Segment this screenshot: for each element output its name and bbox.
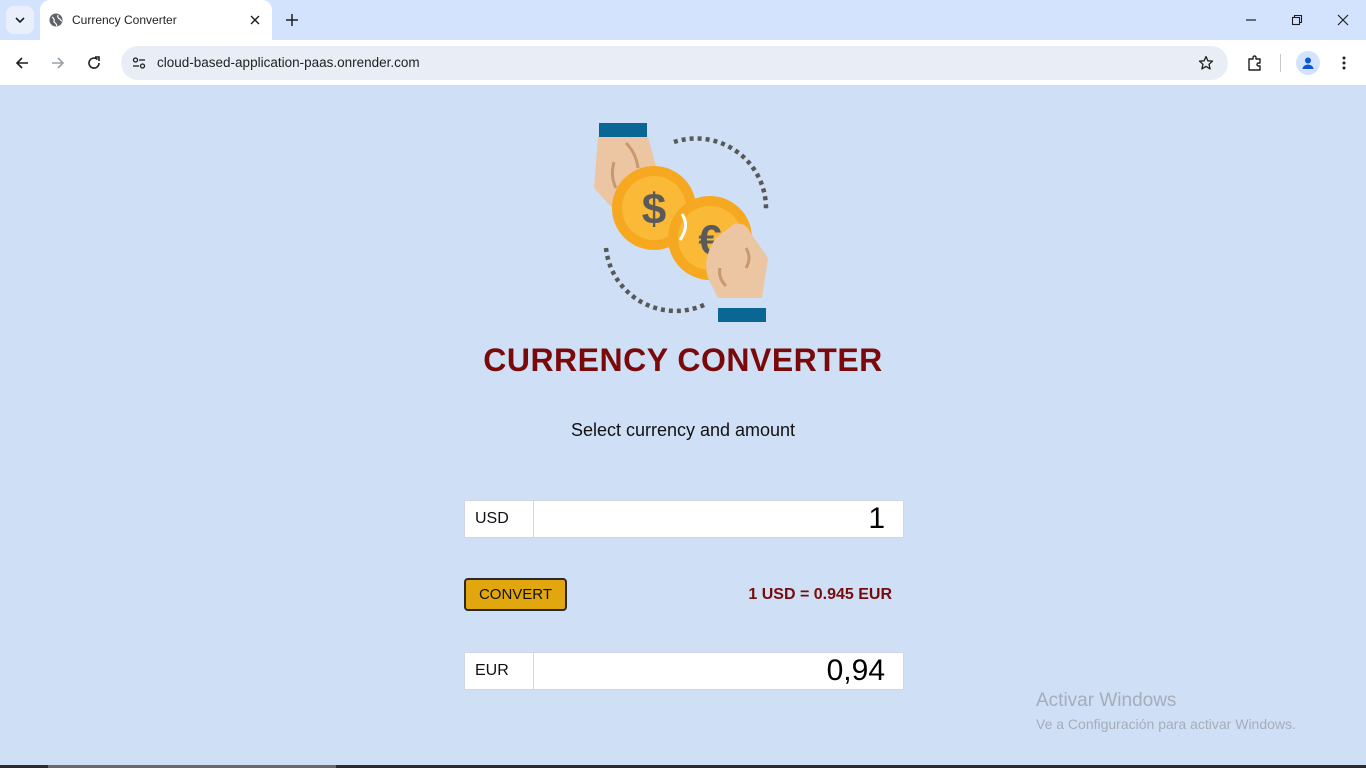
url-text[interactable]: cloud-based-application-paas.onrender.co… [157,55,420,70]
back-button[interactable] [10,51,34,75]
forward-button[interactable] [46,51,70,75]
restore-button[interactable] [1284,8,1310,32]
to-row: EUR 0,94 [464,652,904,690]
menu-button[interactable] [1332,51,1356,75]
reload-button[interactable] [82,51,106,75]
person-icon [1302,57,1314,69]
puzzle-icon [1248,55,1261,71]
close-icon [1337,14,1349,26]
windows-activation-watermark: Activar Windows Ve a Configuración para … [1036,690,1296,732]
plus-icon [286,14,298,26]
to-currency-select[interactable]: EUR [464,652,534,690]
address-bar[interactable]: cloud-based-application-paas.onrender.co… [121,46,1228,80]
new-tab-button[interactable] [281,9,303,31]
close-window-button[interactable] [1330,8,1356,32]
globe-icon [49,13,63,27]
tab-bar: Currency Converter [0,0,1366,40]
site-info-icon[interactable] [128,52,150,74]
profile-avatar[interactable] [1296,51,1320,75]
from-amount-input[interactable]: 1 [534,500,904,538]
more-vert-icon [1342,56,1346,70]
close-tab-icon[interactable] [246,11,264,29]
reload-icon [88,56,100,69]
exchange-rate-text: 1 USD = 0.945 EUR [748,586,892,603]
extensions-button[interactable] [1243,51,1267,75]
from-row: USD 1 [464,500,904,538]
page-title: CURRENCY CONVERTER [483,342,883,378]
restore-icon [1291,14,1303,26]
minimize-button[interactable] [1238,8,1264,32]
arrow-left-icon [15,57,28,69]
bookmark-star-icon[interactable] [1196,53,1216,73]
from-currency-select[interactable]: USD [464,500,534,538]
convert-button[interactable]: CONVERT [464,578,567,611]
browser-tab[interactable]: Currency Converter [40,0,272,40]
browser-toolbar: cloud-based-application-paas.onrender.co… [0,40,1366,86]
watermark-subtitle: Ve a Configuración para activar Windows. [1036,716,1296,732]
to-amount-output: 0,94 [534,652,904,690]
chevron-down-icon [15,17,25,24]
currency-exchange-logo: $ € [594,123,769,322]
watermark-title: Activar Windows [1036,690,1177,711]
page-subtitle: Select currency and amount [570,420,796,440]
svg-text:$: $ [642,185,666,234]
toolbar-separator [1280,54,1281,72]
tab-title: Currency Converter [72,13,177,27]
minimize-icon [1246,19,1256,21]
arrow-right-icon [52,57,65,69]
tab-list-button[interactable] [6,6,34,34]
